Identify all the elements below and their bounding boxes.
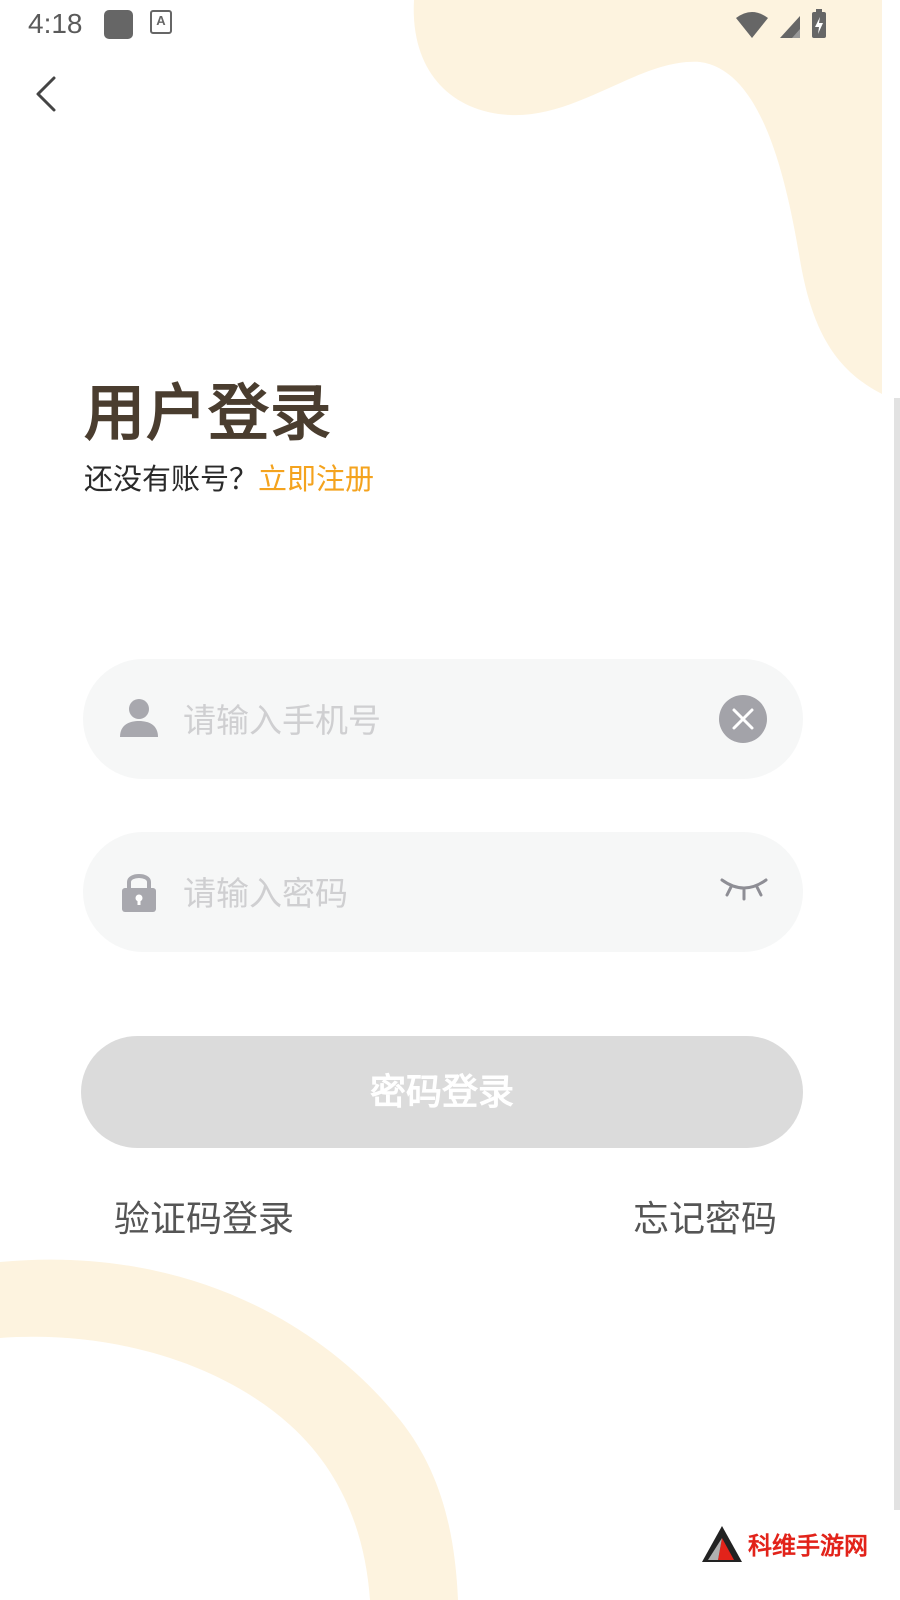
phone-field[interactable] <box>83 659 803 779</box>
user-icon <box>120 699 158 737</box>
wifi-icon <box>736 12 768 38</box>
text-a-icon: A <box>150 10 172 34</box>
background-decoration <box>0 0 882 1600</box>
scrollbar-thumb[interactable] <box>894 398 900 1510</box>
clear-icon <box>732 708 754 730</box>
register-link[interactable]: 立即注册 <box>258 462 374 496</box>
triangle-logo <box>702 1526 742 1562</box>
clear-phone-button[interactable] <box>719 695 767 743</box>
forgot-password-link[interactable]: 忘记密码 <box>633 1190 777 1242</box>
watermark: 科维手游网 <box>700 1522 882 1566</box>
eye-closed-icon <box>720 878 768 901</box>
password-login-button[interactable]: 密码登录 <box>81 1036 803 1148</box>
status-time: 4:18 <box>28 8 83 39</box>
toggle-password-visibility-button[interactable] <box>719 874 769 904</box>
status-right-icons <box>736 9 826 38</box>
phone-input[interactable] <box>181 689 695 751</box>
lock-icon <box>122 874 156 912</box>
status-bar: 4:18 A <box>0 0 882 50</box>
register-prompt-row: 还没有账号？立即注册 <box>84 456 374 498</box>
battery-charging-icon <box>812 9 826 38</box>
back-button[interactable] <box>28 70 68 118</box>
chevron-left-icon <box>36 76 56 112</box>
login-screen: 4:18 A 用户登录 还没有账号？立即注册 请输入手机号 密码登录 验证码登录… <box>0 0 900 1600</box>
password-input[interactable] <box>181 862 695 924</box>
notification-square-icon <box>104 10 133 39</box>
page-title: 用户登录 <box>84 378 333 449</box>
password-field[interactable] <box>83 832 803 952</box>
sms-login-link[interactable]: 验证码登录 <box>114 1190 294 1242</box>
signal-icon <box>780 16 800 38</box>
watermark-text: 科维手游网 <box>748 1532 868 1560</box>
register-prompt: 还没有账号？ <box>84 462 259 496</box>
